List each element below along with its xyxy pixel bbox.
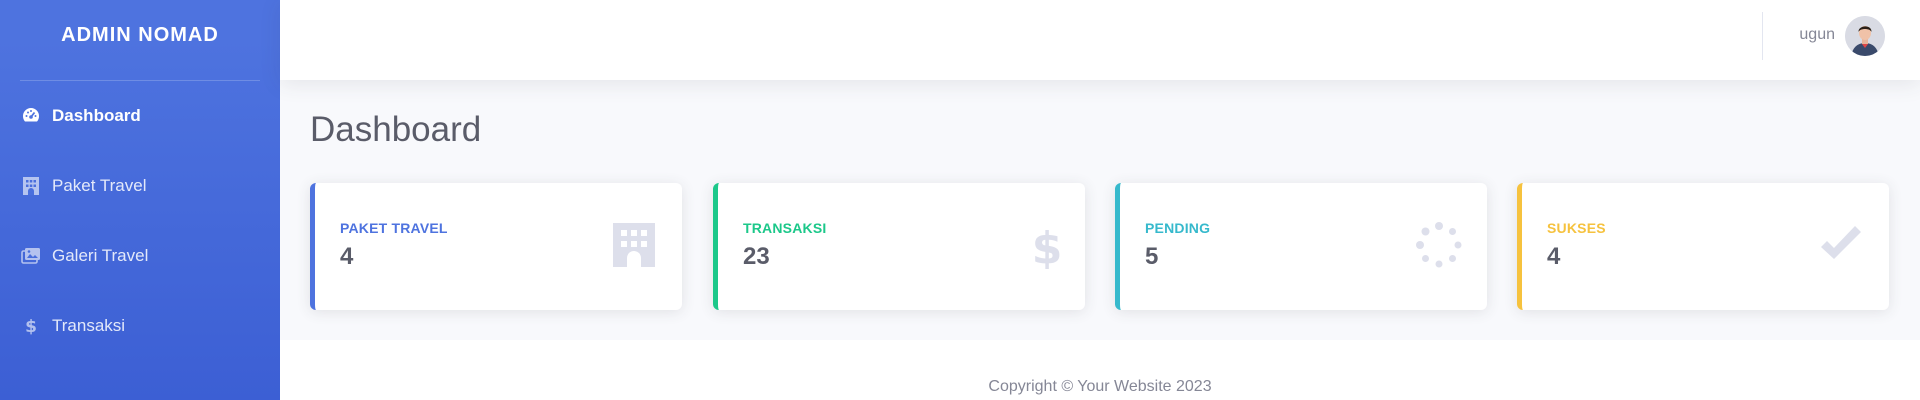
building-icon	[610, 221, 658, 269]
card-label: PAKET TRAVEL	[340, 220, 448, 236]
user-name[interactable]: ugun	[1799, 26, 1835, 44]
dollar-icon: $	[20, 315, 42, 337]
brand-title[interactable]: ADMIN NOMAD	[0, 0, 280, 70]
card-value: 5	[1145, 243, 1159, 270]
card-value: 23	[743, 243, 770, 270]
sidebar-item-paket-travel[interactable]: Paket Travel	[0, 151, 280, 221]
svg-text:$: $	[25, 317, 37, 336]
stat-card-paket-travel[interactable]: PAKET TRAVEL 4	[310, 183, 682, 310]
card-value: 4	[1547, 243, 1561, 270]
sidebar-item-label: Transaksi	[52, 316, 126, 335]
images-icon	[20, 245, 42, 267]
sidebar-item-label: Dashboard	[52, 106, 141, 125]
hotel-icon	[20, 175, 42, 197]
tachometer-icon	[20, 105, 42, 127]
stat-card-sukses[interactable]: SUKSES 4	[1517, 183, 1889, 310]
stat-card-pending[interactable]: PENDING 5	[1115, 183, 1487, 310]
stat-card-transaksi[interactable]: TRANSAKSI 23 $	[713, 183, 1085, 310]
dollar-icon: $	[1013, 221, 1063, 274]
check-icon	[1817, 221, 1865, 269]
sidebar-item-label: Paket Travel	[52, 176, 147, 195]
card-label: PENDING	[1145, 220, 1211, 236]
page-title: Dashboard	[310, 110, 482, 149]
sidebar-item-label: Galeri Travel	[52, 246, 149, 265]
copyright-text: Copyright © Your Website 2023	[988, 378, 1212, 395]
sidebar: ADMIN NOMAD Dashboard Paket Travel Galer…	[0, 0, 280, 400]
spinner-icon	[1415, 221, 1463, 269]
sidebar-item-dashboard[interactable]: Dashboard	[0, 81, 280, 151]
svg-text:$: $	[1032, 223, 1061, 269]
card-label: SUKSES	[1547, 220, 1606, 236]
topbar: ugun	[280, 0, 1920, 80]
sidebar-item-transaksi[interactable]: $ Transaksi	[0, 291, 280, 361]
user-avatar[interactable]	[1845, 16, 1885, 56]
topbar-divider	[1762, 12, 1763, 60]
card-value: 4	[340, 243, 354, 270]
card-label: TRANSAKSI	[743, 220, 827, 236]
sidebar-item-galeri-travel[interactable]: Galeri Travel	[0, 221, 280, 291]
